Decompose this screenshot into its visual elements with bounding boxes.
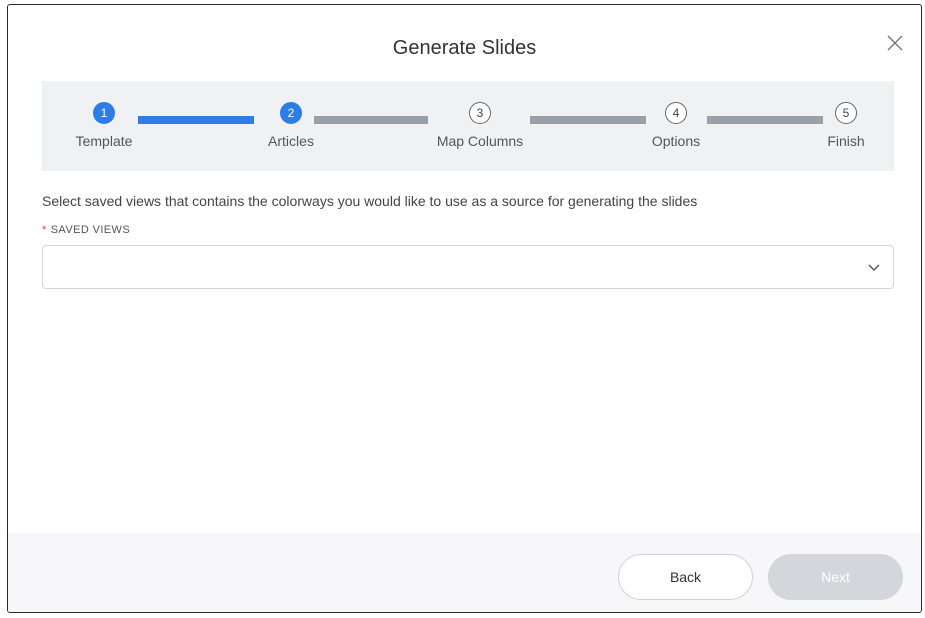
- generate-slides-dialog: Generate Slides 1 Template 2 Articles 3 …: [7, 4, 922, 613]
- next-button[interactable]: Next: [768, 554, 903, 600]
- step-4-label: Options: [651, 133, 701, 149]
- step-1-number: 1: [93, 102, 115, 124]
- chevron-down-icon[interactable]: [867, 260, 881, 274]
- back-button[interactable]: Back: [618, 554, 753, 600]
- stepper: 1 Template 2 Articles 3 Map Columns 4 Op…: [42, 81, 894, 171]
- step-3-number: 3: [469, 102, 491, 124]
- step-5-number: 5: [835, 102, 857, 124]
- step-connector-4-5: [707, 116, 823, 124]
- step-connector-3-4: [530, 116, 646, 124]
- step-2-label: Articles: [268, 133, 314, 149]
- saved-views-label: * SAVED VIEWS: [42, 224, 130, 236]
- step-1-label: Template: [75, 133, 133, 149]
- saved-views-select[interactable]: [42, 245, 894, 289]
- step-connector-1-2: [138, 116, 254, 124]
- step-5-label: Finish: [827, 133, 865, 149]
- close-icon[interactable]: [885, 33, 905, 53]
- step-4-number: 4: [665, 102, 687, 124]
- step-connector-2-3: [314, 116, 428, 124]
- required-marker: *: [42, 224, 47, 236]
- instruction-text: Select saved views that contains the col…: [42, 193, 698, 209]
- dialog-title: Generate Slides: [392, 37, 537, 59]
- step-2-number: 2: [280, 102, 302, 124]
- dialog-footer: Back Next: [8, 533, 921, 612]
- saved-views-label-text: SAVED VIEWS: [50, 224, 131, 236]
- step-3-label: Map Columns: [436, 133, 524, 149]
